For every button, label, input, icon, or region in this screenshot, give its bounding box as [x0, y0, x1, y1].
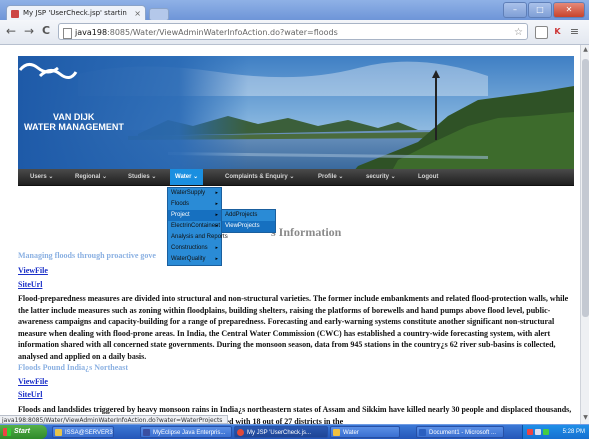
menu-users[interactable]: Users ⌄	[30, 169, 53, 185]
system-tray: 5:28 PM	[522, 425, 589, 439]
taskbar-item-issa[interactable]: ISSA@SERVER3	[52, 426, 114, 438]
reload-icon[interactable]: C	[42, 24, 50, 37]
submenu-project[interactable]: Project ▸	[168, 210, 221, 221]
url-host: java198	[75, 28, 108, 37]
url-path: :8085/Water/ViewAdminWaterInfoAction.do?…	[107, 28, 338, 37]
start-label: Start	[14, 428, 30, 435]
tab-title: My JSP 'UserCheck.jsp' startin	[23, 9, 127, 17]
address-bar[interactable]: java198:8085/Water/ViewAdminWaterInfoAct…	[58, 23, 528, 40]
scroll-down-icon[interactable]: ▼	[581, 414, 589, 423]
submenu-arrow-icon: ▸	[215, 223, 218, 229]
start-button[interactable]: Start	[0, 425, 47, 439]
menu-regional[interactable]: Regional ⌄	[75, 169, 107, 185]
folder-icon	[333, 429, 340, 436]
bookmark-star-icon[interactable]: ☆	[514, 24, 523, 41]
submenu-addprojects[interactable]: AddProjects	[222, 210, 275, 221]
view-file-link[interactable]: ViewFile	[18, 266, 574, 275]
menu-studies[interactable]: Studies ⌄	[128, 169, 156, 185]
page-heading: s Information	[271, 225, 342, 239]
submenu-electrincontainent[interactable]: ElectrinContainent ▸	[168, 221, 221, 232]
menu-security[interactable]: security ⌄	[366, 169, 396, 185]
scrollbar-thumb[interactable]	[582, 59, 589, 317]
scroll-up-icon[interactable]: ▲	[581, 46, 589, 55]
tray-icon[interactable]	[543, 429, 549, 435]
page-viewport: VAN DIJK WATER MANAGEMENT Users ⌄ Region…	[0, 45, 580, 424]
site-url-link[interactable]: SiteUrl	[18, 390, 574, 399]
banner-photo	[18, 56, 574, 178]
logo-name: VAN DIJK	[53, 112, 95, 122]
submenu-arrow-icon: ▸	[215, 190, 218, 196]
browser-titlebar: My JSP 'UserCheck.jsp' startin × – □ ✕	[0, 0, 589, 21]
info-item-links: ViewFile	[18, 266, 574, 275]
taskbar-item-myeclipse[interactable]: MyEclipse Java Enterpris...	[140, 426, 232, 438]
submenu-floods[interactable]: Floods ▸	[168, 199, 221, 210]
taskbar-item-chrome[interactable]: My JSP 'UserCheck.js...	[234, 426, 328, 438]
menu-logout[interactable]: Logout	[418, 169, 438, 185]
logo-waves-icon	[18, 63, 78, 79]
maximize-button[interactable]: □	[528, 2, 552, 18]
chrome-menu-icon[interactable]: ≡	[569, 26, 580, 37]
info-item-siteurl: SiteUrl	[18, 390, 574, 399]
page-scrollbar[interactable]: ▲ ▼	[580, 45, 589, 424]
clock: 5:28 PM	[562, 429, 585, 435]
windows-logo-icon	[3, 428, 11, 436]
browser-toolbar: ← → C java198:8085/Water/ViewAdminWaterI…	[0, 20, 589, 45]
extension-icon[interactable]	[535, 26, 548, 39]
minimize-button[interactable]: –	[503, 2, 527, 18]
page-icon	[63, 28, 72, 39]
menu-complaints-enquiry[interactable]: Complaints & Enquiry ⌄	[225, 169, 294, 185]
submenu-arrow-icon: ▸	[215, 212, 218, 218]
close-window-button[interactable]: ✕	[553, 2, 585, 18]
project-flyout: AddProjects ViewProjects	[221, 209, 276, 233]
browser-tab[interactable]: My JSP 'UserCheck.jsp' startin ×	[6, 5, 146, 20]
logo-subtitle: WATER MANAGEMENT	[24, 122, 124, 132]
taskbar-item-word[interactable]: Document1 - Microsoft ...	[416, 426, 504, 438]
database-icon	[55, 429, 62, 436]
menu-water[interactable]: Water ⌄	[170, 169, 204, 185]
page-favicon-icon	[11, 10, 19, 18]
info-item-text: Flood-preparedness measures are divided …	[18, 293, 574, 363]
submenu-watersupply[interactable]: WaterSupply ▸	[168, 188, 221, 199]
item-description: Flood-preparedness measures are divided …	[18, 294, 569, 361]
tray-icon[interactable]	[527, 429, 533, 435]
view-file-link[interactable]: ViewFile	[18, 377, 574, 386]
forward-icon[interactable]: →	[24, 24, 34, 38]
info-item: Floods Pound India¿s Northeast	[18, 363, 574, 372]
status-url: java198:8085/Water/ViewAdminWaterInfoAct…	[0, 415, 228, 424]
site-url-link[interactable]: SiteUrl	[18, 280, 574, 289]
info-item-links: ViewFile	[18, 377, 574, 386]
eclipse-icon	[143, 429, 150, 436]
item-title: Managing floods through proactive gove	[18, 251, 156, 260]
tray-icon[interactable]	[535, 429, 541, 435]
info-item-siteurl: SiteUrl	[18, 280, 574, 289]
tab-close-icon[interactable]: ×	[134, 6, 141, 20]
menu-profile[interactable]: Profile ⌄	[318, 169, 343, 185]
item-title: Floods Pound India¿s Northeast	[18, 363, 129, 372]
main-menu: Users ⌄ Regional ⌄ Studies ⌄ Water ⌄ Com…	[18, 169, 574, 186]
submenu-arrow-icon: ▸	[215, 201, 218, 207]
word-icon	[419, 429, 426, 436]
info-item: Managing floods through proactive gove	[18, 251, 574, 260]
chrome-icon	[237, 429, 244, 436]
site-banner: VAN DIJK WATER MANAGEMENT	[18, 56, 574, 178]
windows-taskbar: Start ISSA@SERVER3 MyEclipse Java Enterp…	[0, 424, 589, 439]
back-icon[interactable]: ←	[6, 24, 16, 38]
window-controls: – □ ✕	[503, 2, 585, 18]
taskbar-item-water[interactable]: Water	[330, 426, 400, 438]
k-extension-icon[interactable]: K	[552, 26, 563, 37]
submenu-viewprojects[interactable]: ViewProjects	[222, 221, 275, 232]
submenu-analysis-reports[interactable]: Analysis and Reports	[168, 232, 228, 243]
